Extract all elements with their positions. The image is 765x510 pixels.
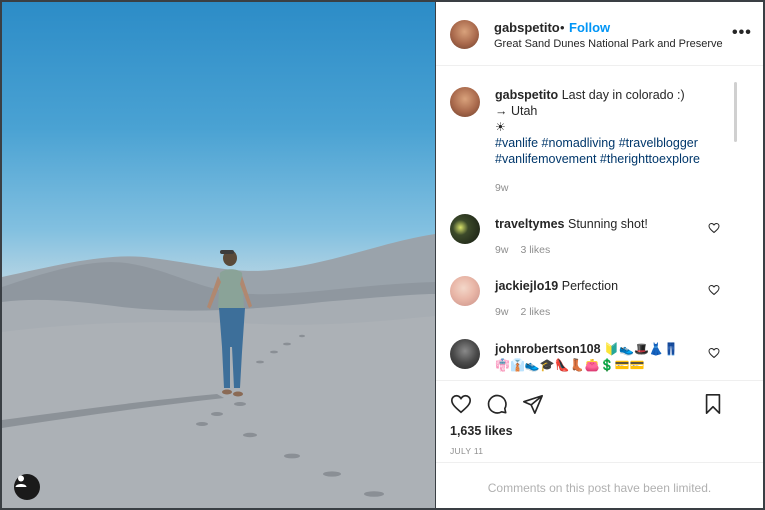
comment-likes[interactable]: 3 likes	[520, 244, 550, 256]
caption-line2: → Utah	[495, 104, 538, 118]
author-avatar[interactable]	[450, 20, 479, 49]
comment-age: 9w	[495, 306, 509, 318]
more-options-icon[interactable]: •••	[732, 24, 752, 42]
comment-item: traveltymes Stunning shot! 9w 3 likes	[450, 214, 730, 264]
comments-list[interactable]: gabspetito Last day in colorado :) → Uta…	[436, 67, 763, 379]
comment-item: johnrobertson108 🔰👟🎩👗👖 👘👔👟🎓👠👢👛💲💳💳	[450, 339, 730, 379]
commenter-avatar[interactable]	[450, 214, 480, 244]
save-bookmark-icon[interactable]	[702, 393, 724, 415]
caption-username[interactable]: gabspetito	[495, 88, 558, 102]
post-photo[interactable]	[2, 2, 435, 508]
commenter-avatar[interactable]	[450, 276, 480, 306]
comment-username[interactable]: jackiejlo19	[495, 279, 558, 293]
author-username[interactable]: gabspetito	[494, 20, 560, 35]
post-actions: 1,635 likes JULY 11	[436, 380, 763, 462]
caption-text: gabspetito Last day in colorado :) → Uta…	[495, 87, 730, 167]
caption-meta: 9w	[495, 182, 520, 194]
location-link[interactable]: Great Sand Dunes National Park and Prese…	[494, 38, 723, 50]
user-tag-button[interactable]	[14, 474, 40, 500]
comments-limited-notice: Comments on this post have been limited.	[487, 481, 712, 495]
caption: gabspetito Last day in colorado :) → Uta…	[450, 87, 730, 197]
hashtags-line1[interactable]: #vanlife #nomadliving #travelblogger	[495, 135, 730, 151]
comment-likes[interactable]: 2 likes	[520, 306, 550, 318]
likes-count[interactable]: 1,635 likes	[450, 424, 513, 438]
like-heart-icon[interactable]	[450, 393, 472, 415]
comment-emoji-line: 👘👔👟🎓👠👢👛💲💳💳	[495, 358, 645, 372]
desert-scene	[2, 234, 435, 508]
person-icon	[15, 475, 27, 487]
post-modal: gabspetito • Follow Great Sand Dunes Nat…	[0, 0, 765, 510]
post-side-panel: gabspetito • Follow Great Sand Dunes Nat…	[436, 2, 763, 508]
follow-separator: •	[560, 20, 565, 35]
hashtags-line2[interactable]: #vanlifemovement #therighttoexplore	[495, 151, 730, 167]
comments-scrollbar[interactable]	[734, 82, 737, 142]
comment-text: traveltymes Stunning shot!	[495, 217, 648, 231]
comment-like-icon[interactable]	[708, 222, 720, 234]
comment-item: jackiejlo19 Perfection 9w 2 likes	[450, 276, 730, 326]
comment-username[interactable]: traveltymes	[495, 217, 565, 231]
caption-avatar[interactable]	[450, 87, 480, 117]
comment-text: jackiejlo19 Perfection	[495, 279, 619, 293]
comment-username[interactable]: johnrobertson108	[495, 342, 601, 356]
share-send-icon[interactable]	[522, 393, 544, 415]
caption-line3: ☀	[495, 120, 506, 134]
caption-age: 9w	[495, 182, 509, 194]
commenter-avatar[interactable]	[450, 339, 480, 369]
comment-bubble-icon[interactable]	[486, 393, 508, 415]
comment-age: 9w	[495, 244, 509, 256]
comment-meta: 9w 2 likes	[495, 306, 562, 318]
post-header: gabspetito • Follow Great Sand Dunes Nat…	[436, 2, 763, 66]
follow-button[interactable]: Follow	[569, 20, 610, 35]
comment-like-icon[interactable]	[708, 284, 720, 296]
caption-line1: Last day in colorado :)	[561, 88, 685, 102]
comment-footer: Comments on this post have been limited.	[436, 462, 763, 508]
comment-text: johnrobertson108 🔰👟🎩👗👖 👘👔👟🎓👠👢👛💲💳💳	[495, 341, 730, 373]
comment-like-icon[interactable]	[708, 347, 720, 359]
post-date: JULY 11	[450, 446, 484, 456]
comment-meta: 9w 3 likes	[495, 244, 562, 256]
